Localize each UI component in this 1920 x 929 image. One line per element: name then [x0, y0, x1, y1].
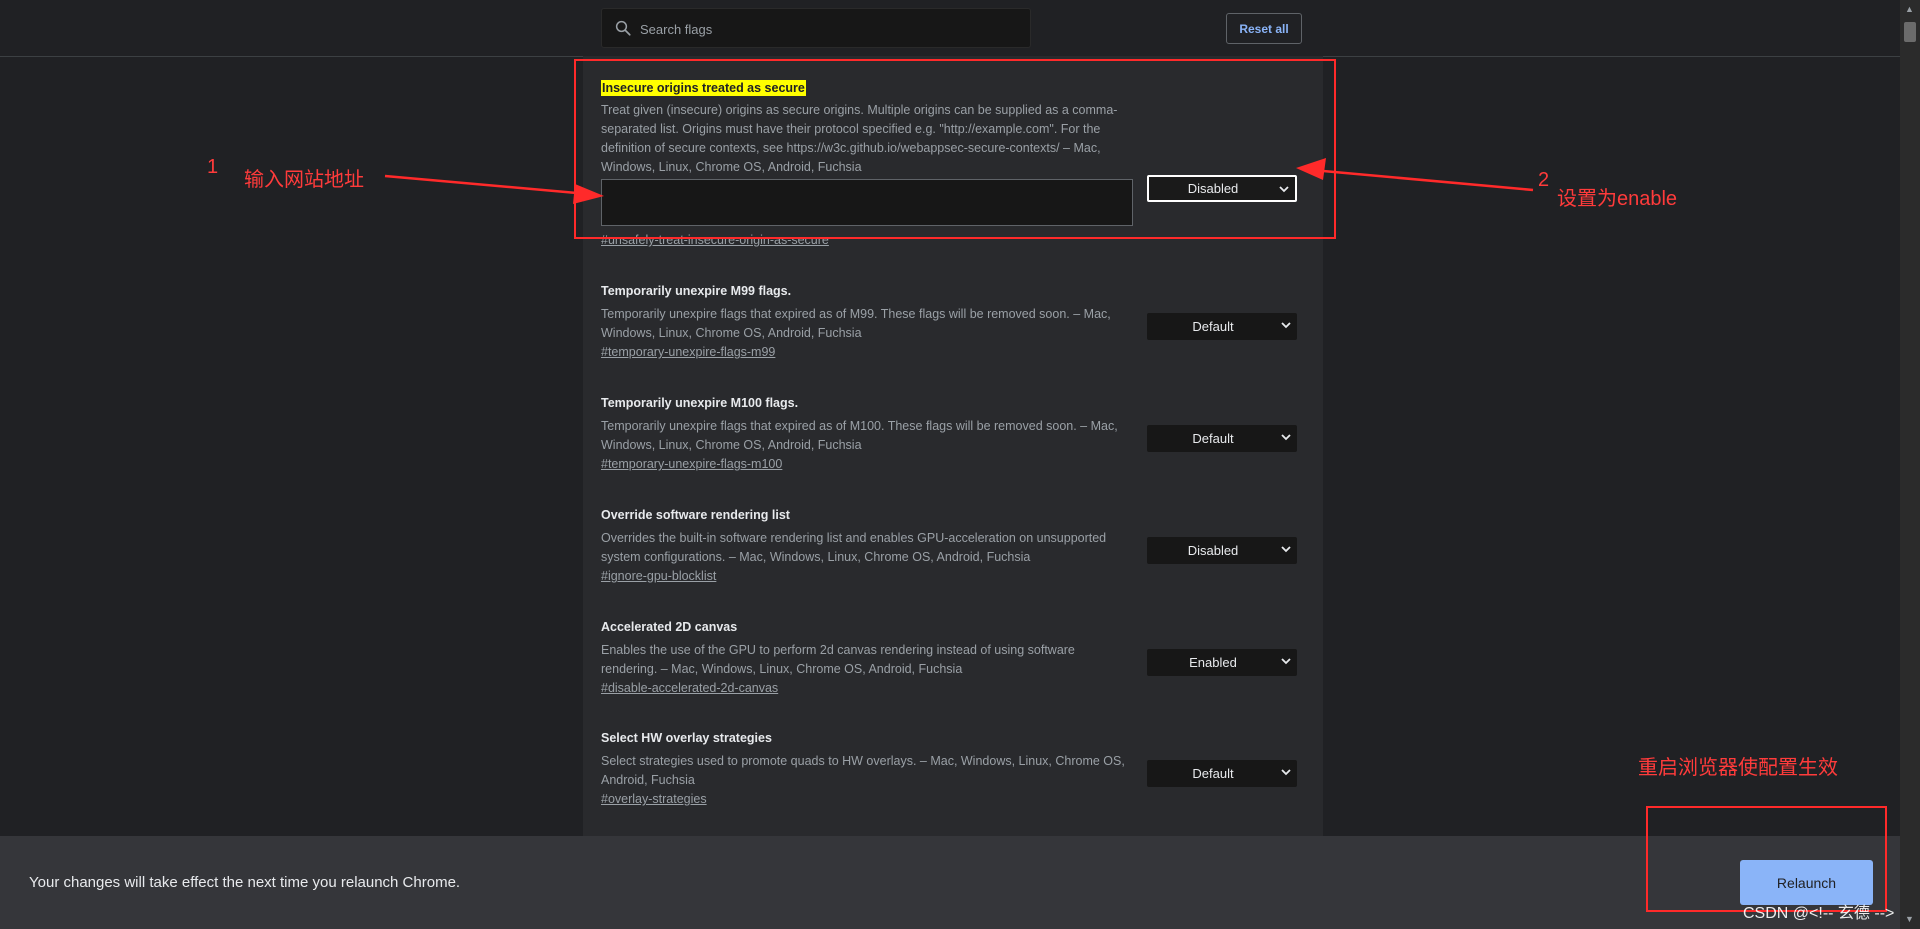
scroll-thumb[interactable]: [1904, 22, 1916, 42]
flag-description: Temporarily unexpire flags that expired …: [601, 419, 1118, 452]
scroll-down-icon[interactable]: ▼: [1905, 914, 1914, 924]
flag-state-value: Enabled: [1189, 655, 1237, 670]
flag-state-select[interactable]: Enabled: [1147, 649, 1297, 676]
flag-link[interactable]: #overlay-strategies: [601, 792, 707, 806]
chevron-down-icon: [1281, 434, 1291, 441]
scroll-up-icon[interactable]: ▲: [1905, 4, 1914, 14]
annotation-arrow-1: [384, 174, 589, 196]
annotation-step1-number: 1: [207, 156, 219, 178]
chevron-down-icon: [1281, 769, 1291, 776]
flag-state-select[interactable]: Default: [1147, 760, 1297, 787]
chrome-flags-page: Reset all Insecure origins treated as se…: [0, 0, 1920, 929]
flag-link[interactable]: #temporary-unexpire-flags-m99: [601, 345, 775, 359]
flag-title: Temporarily unexpire M100 flags.: [601, 396, 799, 410]
relaunch-message: Your changes will take effect the next t…: [29, 874, 461, 891]
chevron-down-icon: [1281, 658, 1291, 665]
flag-title: Override software rendering list: [601, 508, 790, 522]
flag-state-select[interactable]: Default: [1147, 425, 1297, 452]
reset-all-button[interactable]: Reset all: [1226, 13, 1302, 44]
chevron-down-icon: [1281, 322, 1291, 329]
flag-link[interactable]: #ignore-gpu-blocklist: [601, 569, 716, 583]
search-box[interactable]: [601, 8, 1031, 49]
annotation-box-relaunch: [1646, 806, 1887, 912]
search-icon: [615, 20, 631, 36]
annotation-step1-text: 输入网站地址: [244, 169, 364, 191]
flag-state-select[interactable]: Default: [1147, 313, 1297, 340]
annotation-step2-number: 2: [1538, 169, 1550, 191]
flag-title: Select HW overlay strategies: [601, 731, 772, 745]
flag-state-value: Default: [1192, 319, 1234, 334]
flag-title: Accelerated 2D canvas: [601, 620, 738, 634]
flag-link[interactable]: #disable-accelerated-2d-canvas: [601, 681, 778, 695]
flag-link[interactable]: #temporary-unexpire-flags-m100: [601, 457, 782, 471]
flags-header: Reset all: [0, 0, 1900, 57]
flag-state-value: Disabled: [1187, 543, 1239, 558]
relaunch-bar: Your changes will take effect the next t…: [0, 836, 1900, 929]
chevron-down-icon: [1281, 546, 1291, 553]
annotation-box-insecure-origins: [574, 59, 1336, 239]
flag-state-select[interactable]: Disabled: [1147, 537, 1297, 564]
flag-title: Temporarily unexpire M99 flags.: [601, 284, 792, 298]
annotation-arrow-2: [1311, 168, 1534, 192]
flag-description: Temporarily unexpire flags that expired …: [601, 307, 1111, 340]
flag-state-value: Default: [1192, 766, 1234, 781]
flag-description: Enables the use of the GPU to perform 2d…: [601, 643, 1075, 676]
annotation-relaunch-note: 重启浏览器使配置生效: [1638, 757, 1838, 779]
annotation-step2-text: 设置为enable: [1557, 188, 1678, 210]
flag-description: Select strategies used to promote quads …: [601, 754, 1125, 787]
csdn-watermark: CSDN @<!-- 玄德 -->: [1743, 905, 1895, 922]
flag-description: Overrides the built-in software renderin…: [601, 531, 1107, 564]
search-input[interactable]: [638, 9, 1022, 49]
flag-state-value: Default: [1192, 431, 1234, 446]
page-scrollbar[interactable]: ▲ ▼: [1900, 0, 1920, 929]
